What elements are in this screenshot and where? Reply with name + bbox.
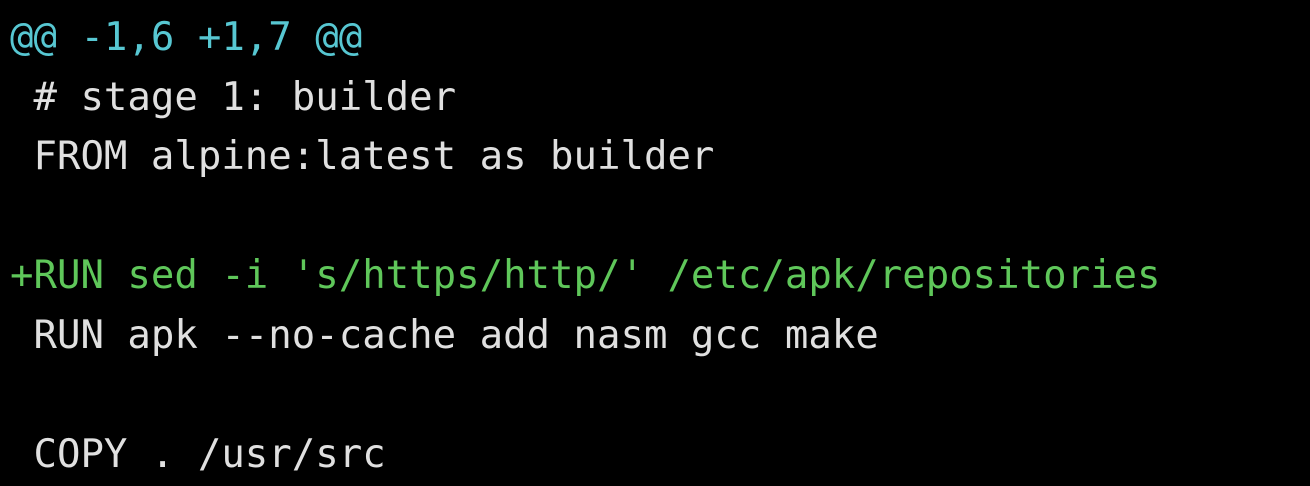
diff-context-line: FROM alpine:latest as builder <box>10 134 715 179</box>
terminal-diff-view: @@ -1,6 +1,7 @@ # stage 1: builder FROM … <box>0 0 1310 486</box>
diff-context-line-empty <box>10 187 1310 247</box>
diff-added-line: +RUN sed -i 's/https/http/' /etc/apk/rep… <box>10 253 1161 298</box>
diff-context-line: RUN apk --no-cache add nasm gcc make <box>10 312 879 358</box>
diff-context-line-empty <box>10 365 1310 425</box>
diff-hunk-header: @@ -1,6 +1,7 @@ <box>10 15 363 60</box>
diff-context-line: # stage 1: builder <box>10 74 457 120</box>
diff-context-line: COPY . /usr/src <box>10 431 386 477</box>
